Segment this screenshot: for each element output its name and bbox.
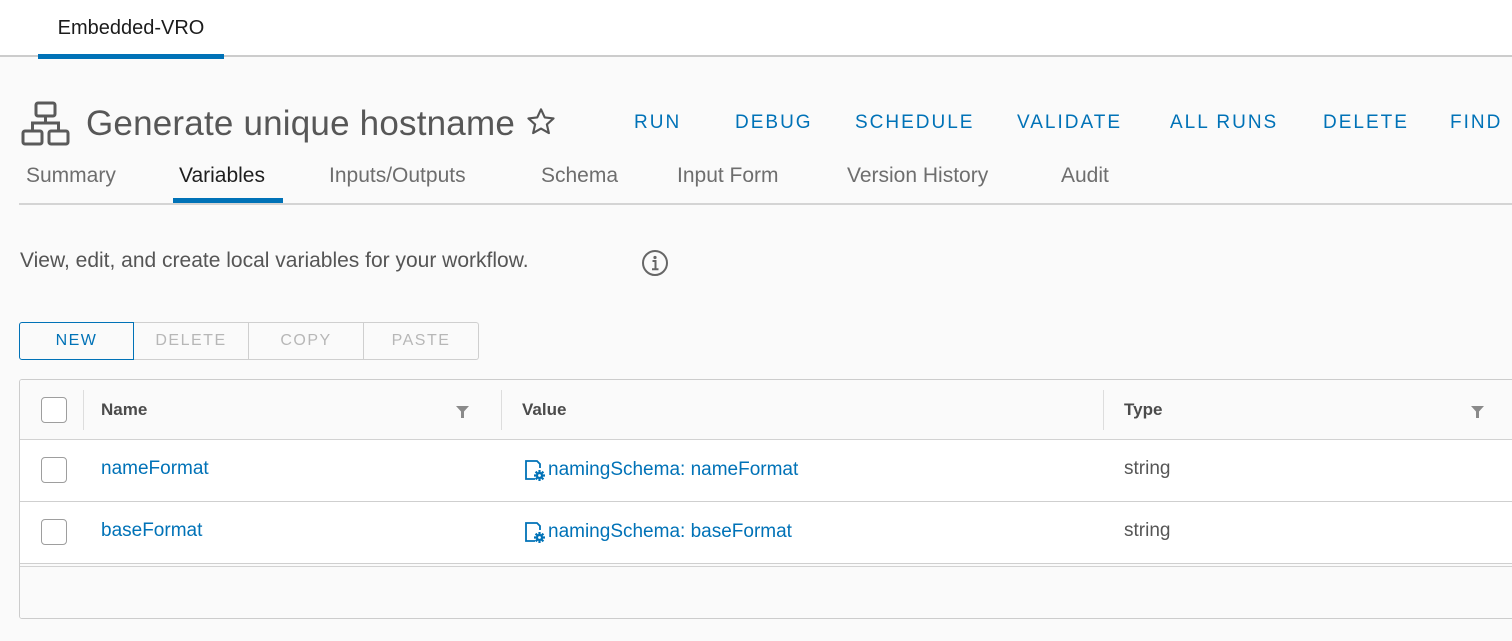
tab-input-form[interactable]: Input Form: [677, 164, 779, 188]
column-header-value[interactable]: Value: [522, 400, 566, 420]
datagrid-header: Name Value Type: [20, 380, 1512, 440]
validate-button[interactable]: VALIDATE: [1017, 112, 1122, 134]
datagrid-footer: [20, 566, 1512, 618]
row-checkbox[interactable]: [41, 457, 67, 483]
page-description: View, edit, and create local variables f…: [20, 249, 529, 272]
variable-name-link[interactable]: nameFormat: [101, 458, 209, 480]
new-variable-button[interactable]: NEW: [19, 322, 134, 360]
select-all-checkbox[interactable]: [41, 397, 67, 423]
debug-button[interactable]: DEBUG: [735, 112, 813, 134]
tab-audit[interactable]: Audit: [1061, 164, 1109, 188]
tab-variables[interactable]: Variables: [179, 164, 265, 188]
variable-value-text: namingSchema: baseFormat: [548, 521, 792, 542]
variables-toolbar: NEW DELETE COPY PASTE: [19, 322, 479, 360]
delete-workflow-button[interactable]: DELETE: [1323, 112, 1409, 134]
configuration-element-icon: [525, 460, 545, 481]
app-tab-embedded-vro[interactable]: Embedded-VRO: [38, 0, 224, 59]
tab-version-history[interactable]: Version History: [847, 164, 988, 188]
tab-inputs-outputs[interactable]: Inputs/Outputs: [329, 164, 466, 188]
row-checkbox[interactable]: [41, 519, 67, 545]
all-runs-button[interactable]: ALL RUNS: [1170, 112, 1278, 134]
column-separator: [83, 390, 84, 430]
paste-variable-button[interactable]: PASTE: [364, 322, 479, 360]
delete-variable-button[interactable]: DELETE: [134, 322, 249, 360]
column-header-name[interactable]: Name: [101, 400, 147, 420]
configuration-element-icon: [525, 522, 545, 543]
filter-icon[interactable]: [455, 405, 470, 419]
schedule-button[interactable]: SCHEDULE: [855, 112, 974, 134]
variable-name-link[interactable]: baseFormat: [101, 520, 202, 542]
app-tab-bar: Embedded-VRO: [0, 0, 1512, 59]
find-button[interactable]: FIND: [1450, 112, 1502, 134]
variable-value-text: namingSchema: nameFormat: [548, 459, 799, 480]
table-row[interactable]: baseFormat namingSchema: baseFormat stri…: [20, 502, 1512, 564]
active-tab-indicator: [38, 54, 224, 59]
workflow-actions: RUN DEBUG SCHEDULE VALIDATE ALL RUNS DEL…: [0, 112, 1512, 140]
variable-value[interactable]: namingSchema: nameFormat: [524, 458, 798, 482]
app-tab-label: Embedded-VRO: [57, 17, 205, 39]
column-header-type[interactable]: Type: [1124, 400, 1162, 420]
info-icon[interactable]: [640, 248, 670, 278]
tab-schema[interactable]: Schema: [541, 164, 618, 188]
variable-type: string: [1124, 458, 1171, 479]
column-separator[interactable]: [501, 390, 502, 430]
copy-variable-button[interactable]: COPY: [249, 322, 364, 360]
filter-icon[interactable]: [1470, 405, 1485, 419]
tab-summary[interactable]: Summary: [26, 164, 116, 188]
run-button[interactable]: RUN: [634, 112, 681, 134]
variable-type: string: [1124, 520, 1171, 541]
active-tab-indicator: [173, 198, 283, 203]
column-separator[interactable]: [1103, 390, 1104, 430]
table-row[interactable]: nameFormat namingSchema: nameFormat stri…: [20, 440, 1512, 502]
variable-value[interactable]: namingSchema: baseFormat: [524, 520, 792, 544]
workflow-tabs: Summary Variables Inputs/Outputs Schema …: [19, 158, 1512, 205]
variables-datagrid: Name Value Type nameFormat namingSchema:…: [19, 379, 1512, 619]
